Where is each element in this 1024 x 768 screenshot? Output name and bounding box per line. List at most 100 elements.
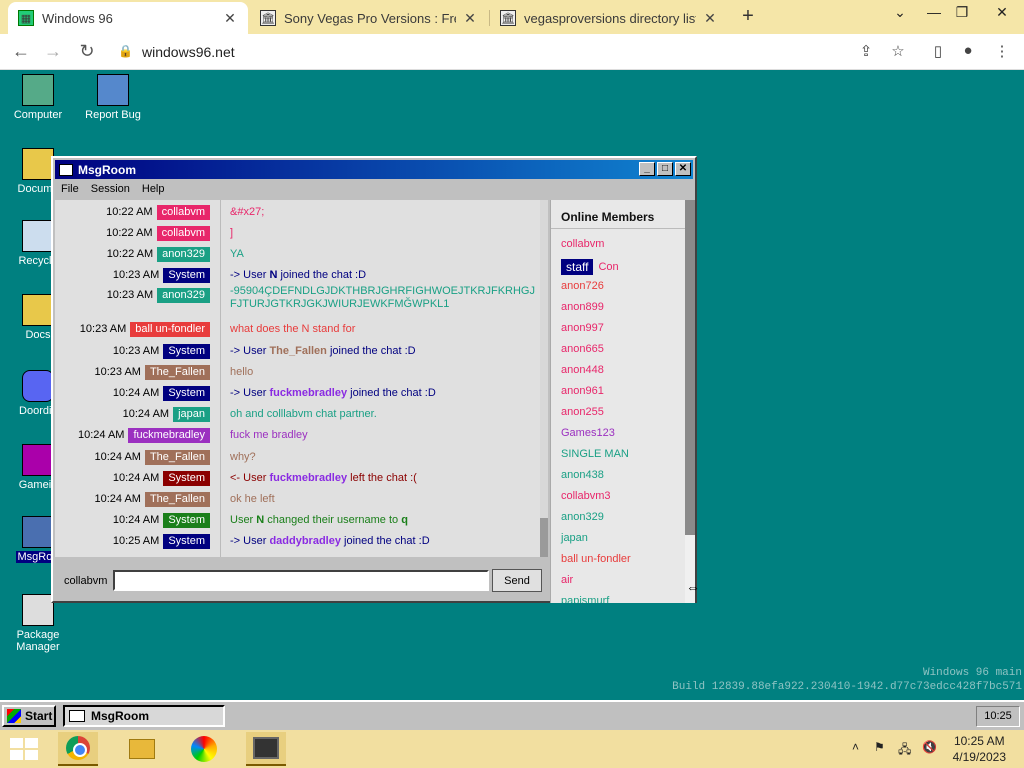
member-item[interactable]: staff Con: [561, 259, 619, 275]
menu-file[interactable]: File: [55, 181, 85, 199]
recycle-bin-icon: [22, 220, 54, 252]
username-badge[interactable]: System: [163, 343, 210, 359]
message-text: &#x27;: [230, 206, 535, 219]
menu-kebab-icon[interactable]: ⋮: [992, 42, 1012, 60]
window-minimize-icon[interactable]: _: [639, 162, 655, 176]
taskbar-item-msgroom[interactable]: MsgRoom: [63, 705, 225, 727]
tab-search-icon[interactable]: ⌄: [888, 4, 912, 21]
scroll-thumb[interactable]: [540, 518, 548, 557]
message-suffix: joined the chat :D: [347, 387, 436, 399]
windows-taskbar: ˄ ⚑ 🖧 🔇 10:25 AM 4/19/2023: [0, 730, 1024, 768]
message-meta: 10:22 AM collabvm: [106, 225, 210, 241]
file-explorer-app-icon[interactable]: [122, 732, 162, 766]
menu-help[interactable]: Help: [136, 181, 171, 199]
username-badge[interactable]: System: [163, 470, 210, 486]
restore-icon[interactable]: ❐: [950, 4, 974, 21]
member-item[interactable]: anon665: [561, 343, 604, 355]
tab-sony-vegas[interactable]: 🏛 Sony Vegas Pro Versions : Free D ✕: [250, 2, 488, 34]
window-titlebar[interactable]: MsgRoom _ □ ✕: [55, 160, 693, 179]
chrome-app-icon[interactable]: [58, 732, 98, 766]
desktop-icon-report-bug[interactable]: Report Bug: [75, 74, 151, 121]
message-username: fuckmebradley: [269, 387, 348, 399]
member-item[interactable]: anon997: [561, 322, 604, 334]
message-text: ok he left: [230, 493, 535, 506]
member-item[interactable]: anon438: [561, 469, 604, 481]
windows-start-icon[interactable]: [10, 738, 38, 760]
tab-vegas-directory[interactable]: 🏛 vegasproversions directory listing ✕: [490, 2, 728, 34]
profile-avatar-icon[interactable]: ●: [958, 42, 978, 59]
members-divider: [551, 228, 685, 229]
username-badge[interactable]: anon329: [157, 287, 210, 303]
username-badge[interactable]: System: [163, 512, 210, 528]
username-badge[interactable]: The_Fallen: [144, 364, 210, 380]
username-badge[interactable]: System: [163, 267, 210, 283]
forward-icon[interactable]: →: [42, 41, 64, 62]
username-badge[interactable]: collabvm: [156, 225, 210, 241]
tray-flag-icon[interactable]: ⚑: [874, 740, 885, 754]
username-badge[interactable]: anon329: [157, 246, 210, 262]
member-item[interactable]: Games123: [561, 427, 615, 439]
member-item[interactable]: papismurf: [561, 595, 609, 603]
message-text: -95904ÇDEFNDLGJDKTHBRJGHRFIGHWOEJTKRJFKR…: [230, 285, 535, 311]
username-badge[interactable]: ball un-fondler: [130, 321, 210, 337]
tray-chevron-icon[interactable]: ˄: [852, 740, 859, 754]
bookmark-star-icon[interactable]: ☆: [888, 42, 908, 60]
back-icon[interactable]: ←: [10, 41, 32, 62]
window-close-icon[interactable]: ✕: [675, 162, 691, 176]
scroll-thumb[interactable]: [685, 200, 695, 535]
url-field[interactable]: 🔒 windows96.net: [110, 38, 930, 66]
desktop-icon-computer[interactable]: Computer: [0, 74, 76, 121]
username-badge[interactable]: System: [163, 385, 210, 401]
new-tab-icon[interactable]: +: [738, 5, 758, 28]
message-text: -> User fuckmebradley joined the chat :D: [230, 387, 535, 400]
message-input[interactable]: [113, 570, 489, 591]
member-item[interactable]: SINGLE MAN: [561, 448, 629, 460]
username-badge[interactable]: fuckmebradley: [128, 427, 210, 443]
reload-icon[interactable]: ↻: [76, 41, 98, 62]
chat-scrollbar[interactable]: [540, 200, 548, 557]
menu-session[interactable]: Session: [85, 181, 136, 199]
start-button[interactable]: Start: [2, 705, 56, 727]
side-panel-icon[interactable]: ▯: [928, 42, 948, 60]
member-item[interactable]: ball un-fondler: [561, 553, 631, 565]
member-item[interactable]: collabvm3: [561, 490, 611, 502]
member-item[interactable]: anon255: [561, 406, 604, 418]
vpn-app-icon[interactable]: [184, 732, 224, 766]
message-text: -> User daddybradley joined the chat :D: [230, 535, 535, 548]
member-item[interactable]: collabvm: [561, 238, 604, 250]
tray-network-icon[interactable]: 🖧: [898, 740, 911, 761]
close-tab-icon[interactable]: ✕: [702, 10, 718, 27]
username-badge[interactable]: collabvm: [156, 204, 210, 220]
member-item[interactable]: anon726: [561, 280, 604, 292]
chat-log[interactable]: 10:22 AM collabvm 10:22 AM collabvm 10:22 AM…: [55, 200, 548, 557]
message-body: -95904ÇDEFNDLGJDKTHBRJGHRFIGHWOEJTKRJFKR…: [230, 285, 535, 310]
minimize-icon[interactable]: —: [922, 4, 946, 20]
share-icon[interactable]: ⇪: [856, 42, 876, 60]
member-name: air: [561, 574, 574, 586]
username-badge[interactable]: The_Fallen: [144, 449, 210, 465]
username-badge[interactable]: The_Fallen: [144, 491, 210, 507]
members-scrollbar[interactable]: [685, 200, 695, 603]
member-item[interactable]: anon448: [561, 364, 604, 376]
close-tab-icon[interactable]: ✕: [462, 10, 478, 27]
member-item[interactable]: anon899: [561, 301, 604, 313]
member-item[interactable]: air: [561, 574, 573, 586]
close-tab-icon[interactable]: ✕: [222, 10, 238, 27]
message-body: hello: [230, 366, 254, 378]
username-badge[interactable]: japan: [173, 406, 210, 422]
username-badge[interactable]: System: [163, 533, 210, 549]
video-app-icon[interactable]: [246, 732, 286, 766]
message-meta: 10:23 AM ball un-fondler: [80, 321, 210, 337]
tab-windows-96[interactable]: ▦ Windows 96 ✕: [8, 2, 248, 34]
member-item[interactable]: japan: [561, 532, 588, 544]
tray-volume-muted-icon[interactable]: 🔇: [922, 740, 937, 754]
window-maximize-icon[interactable]: □: [657, 162, 673, 176]
message-body: oh and colllabvm chat partner.: [230, 408, 377, 420]
system-clock[interactable]: 10:25 AM 4/19/2023: [953, 733, 1006, 765]
close-window-icon[interactable]: ✕: [990, 4, 1014, 21]
send-button[interactable]: Send: [492, 569, 542, 592]
message-time: 10:23 AM: [112, 345, 160, 357]
member-item[interactable]: anon329: [561, 511, 604, 523]
message-suffix: joined the chat :D: [277, 269, 367, 281]
member-item[interactable]: anon961: [561, 385, 604, 397]
